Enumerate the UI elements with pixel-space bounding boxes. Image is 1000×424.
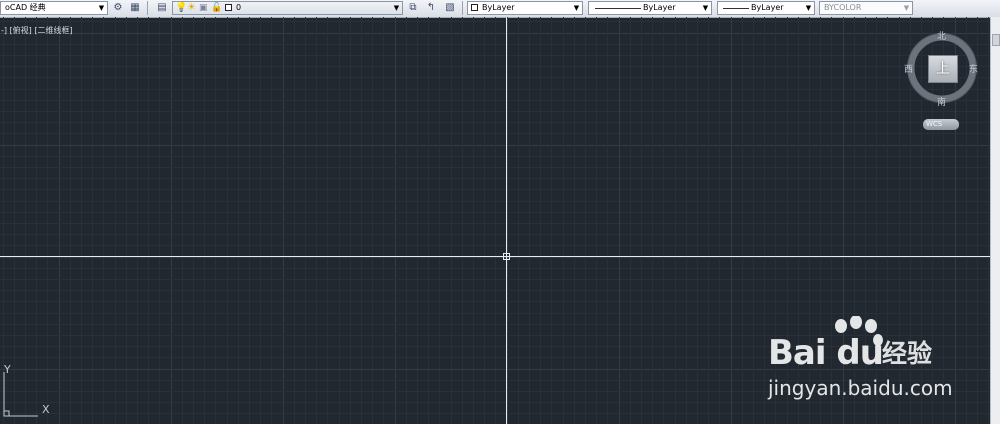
watermark-brand-suffix: 经验: [882, 339, 933, 368]
lineweight-value: ByLayer: [751, 3, 784, 12]
layer-freeze-icon[interactable]: ☀: [187, 2, 196, 14]
color-swatch: [471, 4, 478, 11]
layer-on-icon[interactable]: 💡: [175, 2, 187, 14]
workspace-dropdown[interactable]: oCAD 经典 ▼: [0, 1, 108, 15]
layer-color-swatch: [225, 4, 232, 11]
plotstyle-value: BYCOLOR: [824, 3, 862, 12]
layer-viewport-freeze-icon[interactable]: ▣: [199, 2, 208, 14]
lineweight-dropdown[interactable]: ByLayer ▼: [717, 1, 815, 15]
wcs-menu-button[interactable]: WCS: [923, 119, 959, 130]
plotstyle-dropdown: BYCOLOR ▼: [819, 1, 913, 15]
watermark-brand: Bai du: [768, 333, 884, 373]
ucs-x-label: X: [42, 403, 50, 416]
chevron-down-icon: ▼: [702, 4, 709, 12]
toolbar-separator: [462, 1, 463, 15]
linetype-dropdown[interactable]: ByLayer ▼: [588, 1, 712, 15]
linetype-value: ByLayer: [643, 3, 676, 12]
compass-north-label[interactable]: 北: [937, 29, 946, 42]
chevron-down-icon: ▼: [393, 4, 400, 12]
color-dropdown[interactable]: ByLayer ▼: [467, 1, 583, 15]
linetype-sample: [595, 8, 641, 9]
color-value: ByLayer: [482, 3, 515, 12]
chevron-down-icon: ▼: [903, 4, 910, 12]
layer-lock-icon[interactable]: 🔓: [211, 2, 222, 14]
lineweight-sample: [723, 8, 749, 9]
layer-previous-icon[interactable]: ↰: [424, 1, 438, 15]
watermark-url: jingyan.baidu.com: [768, 376, 953, 400]
properties-toolbar: oCAD 经典 ▼ ⚙ ▦ ▤ 💡 ☀ ▣ 🔓 0 ▼ ⧉ ↰ ▧ ByLaye…: [0, 0, 1000, 18]
vertical-scrollbar[interactable]: [990, 17, 1000, 424]
ucs-y-label: Y: [4, 363, 11, 376]
compass-south-label[interactable]: 南: [937, 95, 946, 108]
compass-west-label[interactable]: 西: [904, 62, 913, 75]
make-layer-current-icon[interactable]: ⧉: [406, 1, 420, 15]
workspace-value: oCAD 经典: [5, 3, 46, 12]
layer-state-icon[interactable]: ▧: [443, 1, 457, 15]
layer-manager-icon[interactable]: ▤: [155, 1, 169, 15]
chevron-down-icon: ▼: [98, 4, 105, 12]
viewcube-top-face[interactable]: 上: [928, 55, 958, 83]
layer-name: 0: [236, 3, 242, 12]
chevron-down-icon: ▼: [805, 4, 812, 12]
scrollbar-thumb[interactable]: [992, 34, 1000, 46]
layer-dropdown[interactable]: 💡 ☀ ▣ 🔓 0 ▼: [172, 1, 403, 15]
workspace-settings-icon[interactable]: ⚙: [111, 1, 125, 15]
workspace-toolbar-icon[interactable]: ▦: [128, 1, 142, 15]
chevron-down-icon: ▼: [573, 4, 580, 12]
compass-east-label[interactable]: 东: [969, 62, 978, 75]
toolbar-separator: [147, 1, 148, 15]
